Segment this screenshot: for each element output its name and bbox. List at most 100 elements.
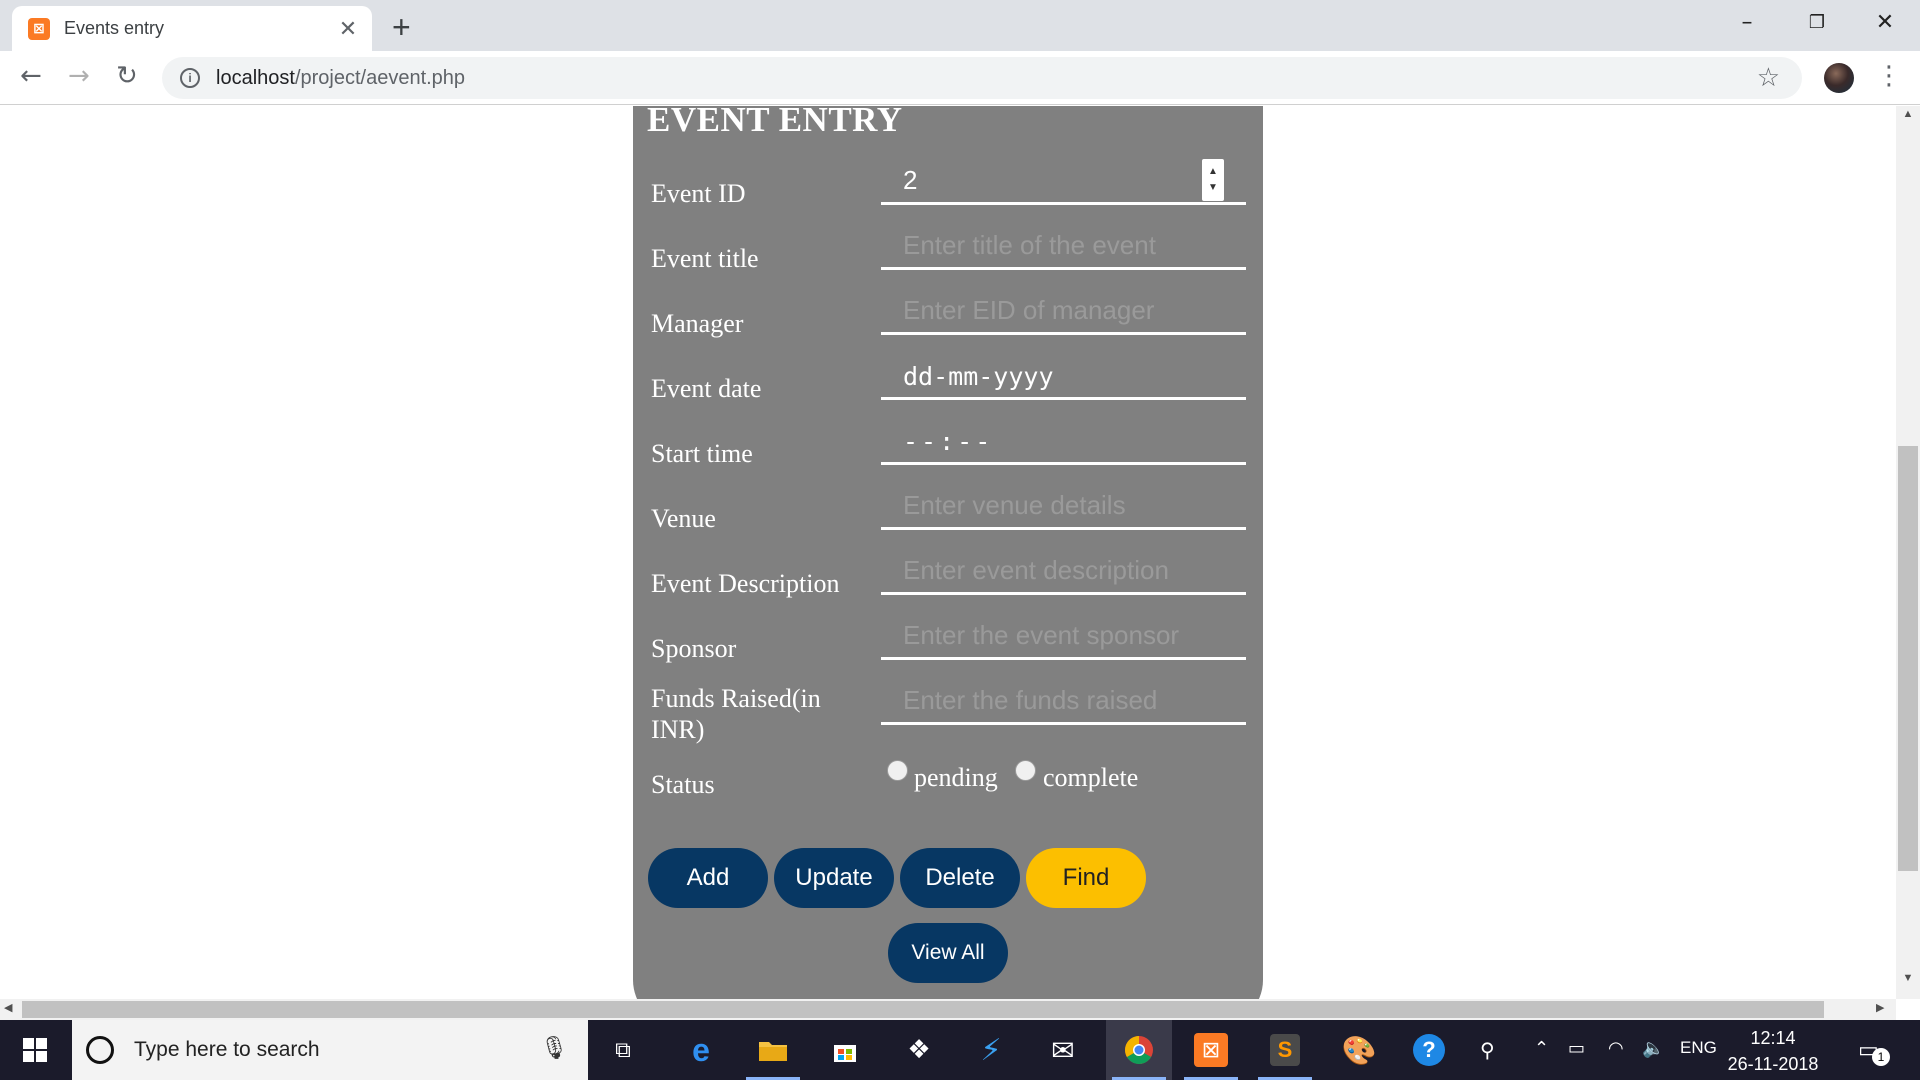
minimize-button[interactable]: – xyxy=(1712,0,1782,44)
add-button[interactable]: Add xyxy=(648,848,768,908)
event-description-placeholder: Enter event description xyxy=(903,555,1169,585)
xampp-icon: ⊠ xyxy=(1194,1033,1228,1067)
windows-taskbar: Type here to search 🎙 ⧉ e ❖ ⚡ ✉ ⊠ S 🎨 ? … xyxy=(0,1020,1920,1080)
event-description-label: Event Description xyxy=(651,569,840,598)
scroll-left-arrow-icon[interactable]: ◀ xyxy=(4,1001,12,1014)
menu-kebab-icon[interactable]: ⋮ xyxy=(1876,61,1902,91)
start-time-label: Start time xyxy=(651,439,753,468)
find-button[interactable]: Find xyxy=(1026,848,1146,908)
funds-raised-placeholder: Enter the funds raised xyxy=(903,685,1158,715)
venue-placeholder: Enter venue details xyxy=(903,490,1126,520)
volume-icon[interactable]: 🔈 xyxy=(1642,1038,1664,1059)
event-title-label: Event title xyxy=(651,244,759,273)
status-pending-label: pending xyxy=(914,763,998,792)
number-spinner[interactable]: ▲ ▼ xyxy=(1202,159,1224,201)
new-tab-button[interactable]: + xyxy=(392,9,411,46)
status-complete-label: complete xyxy=(1043,763,1139,792)
venue-label: Venue xyxy=(651,504,716,533)
spinner-down-icon[interactable]: ▼ xyxy=(1208,180,1218,196)
event-date-value: dd-mm-yyyy xyxy=(903,362,1054,391)
forward-arrow-icon[interactable]: → xyxy=(68,61,90,91)
funds-raised-label: Funds Raised(in INR) xyxy=(651,684,821,744)
xampp-taskbar-icon[interactable]: ⊠ xyxy=(1178,1020,1244,1080)
sponsor-input[interactable]: Enter the event sponsor xyxy=(881,612,1246,660)
xampp-icon: ⊠ xyxy=(28,17,50,40)
shopping-bag-icon xyxy=(834,1045,856,1062)
funds-raised-input[interactable]: Enter the funds raised xyxy=(881,677,1246,725)
info-icon[interactable]: i xyxy=(180,68,200,88)
notification-badge: 1 xyxy=(1872,1048,1890,1066)
scroll-right-arrow-icon[interactable]: ▶ xyxy=(1876,1001,1884,1014)
clock-time: 12:14 xyxy=(1750,1028,1796,1048)
venue-input[interactable]: Enter venue details xyxy=(881,482,1246,530)
manager-label: Manager xyxy=(651,309,744,338)
tab-title: Events entry xyxy=(64,18,165,38)
event-id-input[interactable]: 2 ▲ ▼ xyxy=(881,157,1246,205)
view-all-button[interactable]: View All xyxy=(888,923,1008,983)
delete-button[interactable]: Delete xyxy=(900,848,1020,908)
vertical-scroll-thumb[interactable] xyxy=(1898,446,1918,871)
edge-glyph: e xyxy=(692,1031,710,1068)
sponsor-label: Sponsor xyxy=(651,634,737,663)
form-title: EVENT ENTRY xyxy=(647,106,903,139)
profile-avatar[interactable] xyxy=(1824,63,1854,93)
address-bar[interactable]: i localhost /project/aevent.php ☆ xyxy=(162,57,1802,99)
spinner-up-icon[interactable]: ▲ xyxy=(1208,164,1218,180)
event-entry-form: EVENT ENTRY Event ID 2 ▲ ▼ Event title E… xyxy=(633,106,1263,999)
cortana-icon xyxy=(86,1036,114,1064)
event-description-input[interactable]: Enter event description xyxy=(881,547,1246,595)
people-icon[interactable]: ⚲ xyxy=(1480,1038,1495,1062)
tab-close-icon[interactable]: ✕ xyxy=(336,16,360,42)
close-window-button[interactable]: ✕ xyxy=(1850,0,1920,44)
update-button[interactable]: Update xyxy=(774,848,894,908)
start-time-input[interactable]: --:-- xyxy=(881,417,1246,465)
language-indicator[interactable]: ENG xyxy=(1680,1038,1717,1058)
browser-tab-strip: ⊠ Events entry ✕ + – ❐ ✕ xyxy=(0,0,1920,51)
status-label: Status xyxy=(651,770,715,799)
horizontal-scroll-thumb[interactable] xyxy=(22,1001,1824,1018)
taskbar-search[interactable]: Type here to search 🎙 xyxy=(72,1020,588,1080)
event-id-value: 2 xyxy=(903,165,918,195)
status-pending-radio[interactable] xyxy=(887,760,908,781)
restore-button[interactable]: ❐ xyxy=(1782,0,1852,44)
vscode-icon[interactable]: ⚡ xyxy=(958,1020,1024,1080)
mail-icon[interactable]: ✉ xyxy=(1030,1020,1096,1080)
dropbox-icon[interactable]: ❖ xyxy=(886,1020,952,1080)
event-id-label: Event ID xyxy=(651,179,746,208)
start-time-value: --:-- xyxy=(903,427,994,456)
event-title-input[interactable]: Enter title of the event xyxy=(881,222,1246,270)
browser-tab[interactable]: ⊠ Events entry ✕ xyxy=(12,6,372,51)
sponsor-placeholder: Enter the event sponsor xyxy=(903,620,1180,650)
edge-icon[interactable]: e xyxy=(668,1020,734,1080)
paint-icon[interactable]: 🎨 xyxy=(1326,1020,1392,1080)
status-complete-radio[interactable] xyxy=(1015,760,1036,781)
scroll-down-arrow-icon[interactable]: ▼ xyxy=(1896,972,1920,984)
reload-icon[interactable]: ↻ xyxy=(116,61,138,91)
wifi-icon[interactable]: ◠ xyxy=(1608,1038,1624,1059)
start-button[interactable] xyxy=(0,1020,70,1080)
help-icon[interactable]: ? xyxy=(1396,1020,1462,1080)
chrome-logo-icon xyxy=(1125,1036,1153,1064)
url-path: /project/aevent.php xyxy=(294,66,466,89)
store-icon[interactable] xyxy=(812,1020,878,1080)
system-clock[interactable]: 12:14 26-11-2018 xyxy=(1718,1025,1828,1077)
windows-logo-icon xyxy=(23,1038,47,1062)
back-arrow-icon[interactable]: ← xyxy=(20,61,42,91)
file-explorer-icon[interactable] xyxy=(740,1020,806,1080)
url-host: localhost xyxy=(216,66,295,89)
folder-icon xyxy=(759,1042,787,1061)
manager-placeholder: Enter EID of manager xyxy=(903,295,1155,325)
question-mark-icon: ? xyxy=(1413,1034,1445,1066)
sublime-glyph: S xyxy=(1270,1034,1300,1066)
scroll-up-arrow-icon[interactable]: ▲ xyxy=(1896,108,1920,120)
page-viewport: EVENT ENTRY Event ID 2 ▲ ▼ Event title E… xyxy=(0,106,1896,999)
microphone-icon[interactable]: 🎙 xyxy=(540,1036,568,1061)
sublime-text-icon[interactable]: S xyxy=(1252,1020,1318,1080)
chevron-up-icon[interactable]: ⌃ xyxy=(1534,1038,1549,1059)
manager-input[interactable]: Enter EID of manager xyxy=(881,287,1246,335)
event-date-input[interactable]: dd-mm-yyyy xyxy=(881,352,1246,400)
bookmark-star-icon[interactable]: ☆ xyxy=(1757,63,1780,93)
chrome-icon[interactable] xyxy=(1106,1020,1172,1080)
battery-icon[interactable]: ▭ xyxy=(1568,1038,1585,1059)
task-view-icon[interactable]: ⧉ xyxy=(590,1020,656,1080)
